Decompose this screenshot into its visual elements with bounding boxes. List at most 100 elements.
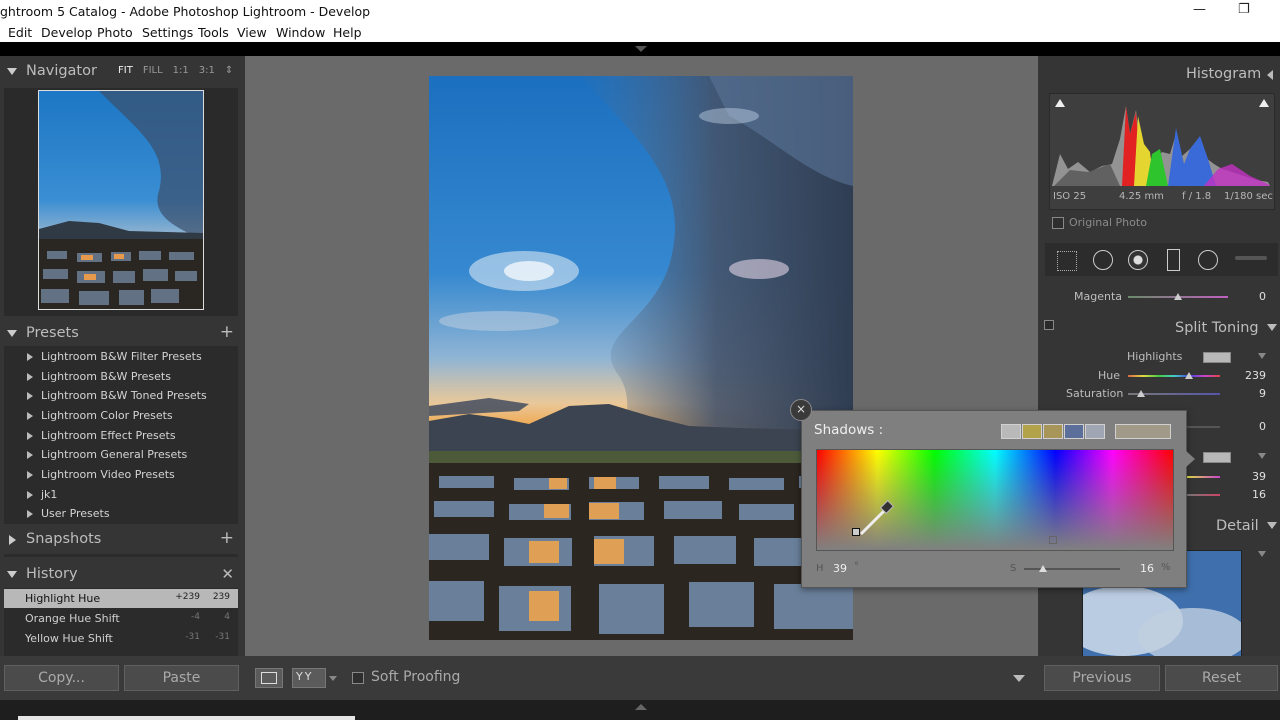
highlight-clipping-icon[interactable] <box>1259 99 1269 107</box>
expand-triangle-icon[interactable] <box>27 451 33 459</box>
menu-develop[interactable]: Develop <box>41 25 92 40</box>
navigator-zoom-options: FIT FILL 1:1 3:1 ⇕ <box>118 65 233 76</box>
menu-bar: Edit Develop Photo Settings Tools View W… <box>0 22 1280 42</box>
color-swatch[interactable] <box>1085 424 1105 439</box>
graduated-filter-icon[interactable] <box>1167 249 1180 271</box>
previous-button[interactable]: Previous <box>1044 665 1160 691</box>
collapse-arrow-icon[interactable] <box>635 46 647 52</box>
history-item[interactable]: Yellow Hue Shift -31 -31 <box>4 629 238 648</box>
preset-folder[interactable]: Lightroom B&W Filter Presets <box>4 348 238 367</box>
snapshots-header[interactable]: Snapshots + <box>0 528 240 552</box>
filmstrip-toggle-strip[interactable] <box>0 42 1280 56</box>
copy-button[interactable]: Copy... <box>4 665 119 691</box>
expand-triangle-icon[interactable] <box>27 471 33 479</box>
reset-button[interactable]: Reset <box>1165 665 1278 691</box>
before-after-icon: YY <box>296 670 314 683</box>
preset-folder[interactable]: Lightroom B&W Toned Presets <box>4 387 238 406</box>
preset-folder[interactable]: Lightroom B&W Presets <box>4 368 238 387</box>
expand-triangle-icon[interactable] <box>27 392 33 400</box>
hue-slider-track[interactable] <box>1128 375 1220 377</box>
close-picker-button[interactable]: × <box>790 399 812 421</box>
shadows-color-chip[interactable] <box>1203 452 1231 463</box>
adjustment-brush-icon[interactable] <box>1235 256 1267 260</box>
expand-triangle-icon[interactable] <box>27 353 33 361</box>
add-snapshot-icon[interactable]: + <box>220 528 234 548</box>
zoom-fill[interactable]: FILL <box>143 65 163 76</box>
hue-label: Hue <box>1098 369 1121 382</box>
preset-folder[interactable]: Lightroom Color Presets <box>4 407 238 426</box>
s-slider-knob[interactable] <box>1039 565 1047 572</box>
histogram-collapse-icon[interactable] <box>1267 70 1273 80</box>
collapsed-triangle-icon[interactable] <box>9 535 21 545</box>
zoom-dropdown-icon[interactable]: ⇕ <box>225 65 233 76</box>
loupe-view-button[interactable] <box>255 668 283 688</box>
preset-folder[interactable]: Lightroom General Presets <box>4 446 238 465</box>
split-toning-collapse-icon[interactable] <box>1267 324 1277 331</box>
disclosure-triangle-icon[interactable] <box>7 330 17 337</box>
spot-removal-icon[interactable] <box>1093 250 1113 270</box>
snapshots-list <box>4 554 238 557</box>
clear-history-icon[interactable]: ✕ <box>221 565 234 583</box>
expand-triangle-icon[interactable] <box>27 432 33 440</box>
expand-triangle-icon[interactable] <box>27 373 33 381</box>
saturation-slider-knob[interactable] <box>1137 390 1145 397</box>
menu-help[interactable]: Help <box>333 25 362 40</box>
presets-header[interactable]: Presets + <box>0 322 240 346</box>
toolbar-menu-icon[interactable] <box>1013 675 1025 682</box>
preset-folder[interactable]: User Presets <box>4 505 238 524</box>
preset-folder[interactable]: Lightroom Effect Presets <box>4 427 238 446</box>
color-swatch[interactable] <box>1001 424 1021 439</box>
navigator-thumbnail[interactable] <box>38 90 204 310</box>
shadow-clipping-icon[interactable] <box>1055 99 1065 107</box>
highlights-dropdown-icon[interactable] <box>1258 353 1266 359</box>
zoom-1-1[interactable]: 1:1 <box>173 65 189 76</box>
original-photo-checkbox[interactable] <box>1052 217 1064 229</box>
crop-icon[interactable] <box>1057 251 1077 271</box>
zoom-fit[interactable]: FIT <box>118 65 133 76</box>
radial-filter-icon[interactable] <box>1198 250 1218 270</box>
expand-triangle-icon[interactable] <box>27 510 33 518</box>
history-item[interactable]: Orange Hue Shift -4 4 <box>4 609 238 628</box>
detail-zoom-dropdown-icon[interactable] <box>1258 551 1266 557</box>
split-toning-toggle[interactable] <box>1044 320 1054 330</box>
filmstrip-scroll[interactable] <box>18 716 355 720</box>
main-photo[interactable] <box>429 76 853 640</box>
menu-photo[interactable]: Photo <box>97 25 133 40</box>
color-swatch[interactable] <box>1022 424 1042 439</box>
minimize-button[interactable]: — <box>1193 2 1206 17</box>
red-eye-icon[interactable] <box>1128 250 1148 270</box>
preset-folder[interactable]: Lightroom Video Presets <box>4 466 238 485</box>
expand-filmstrip-icon[interactable] <box>635 704 647 710</box>
menu-edit[interactable]: Edit <box>8 25 32 40</box>
menu-tools[interactable]: Tools <box>198 25 229 40</box>
maximize-button[interactable]: ❐ <box>1238 2 1250 17</box>
highlights-color-chip[interactable] <box>1203 352 1231 363</box>
before-after-dropdown-icon[interactable] <box>329 676 337 681</box>
disclosure-triangle-icon[interactable] <box>7 68 17 75</box>
detail-collapse-icon[interactable] <box>1267 522 1277 529</box>
paste-button[interactable]: Paste <box>124 665 239 691</box>
expand-triangle-icon[interactable] <box>27 412 33 420</box>
shadows-dropdown-icon[interactable] <box>1258 453 1266 459</box>
history-item[interactable]: Highlight Hue +239 239 <box>4 589 238 608</box>
shadows-saturation-slider-track[interactable] <box>1187 494 1220 496</box>
expand-triangle-icon[interactable] <box>27 491 33 499</box>
zoom-3-1[interactable]: 3:1 <box>199 65 215 76</box>
color-swatch[interactable] <box>1043 424 1063 439</box>
hue-saturation-spectrum[interactable] <box>816 449 1174 551</box>
menu-settings[interactable]: Settings <box>142 25 193 40</box>
hue-value: 239 <box>1245 369 1266 382</box>
soft-proofing-checkbox[interactable] <box>352 672 364 684</box>
magenta-slider-knob[interactable] <box>1174 293 1182 300</box>
preset-folder[interactable]: jk1 <box>4 486 238 505</box>
shadows-hue-slider-track[interactable] <box>1187 476 1220 478</box>
menu-window[interactable]: Window <box>276 25 325 40</box>
history-header[interactable]: History ✕ <box>0 563 240 587</box>
menu-view[interactable]: View <box>237 25 267 40</box>
color-swatch[interactable] <box>1064 424 1084 439</box>
disclosure-triangle-icon[interactable] <box>7 571 17 578</box>
hue-slider-knob[interactable] <box>1185 372 1193 379</box>
add-preset-icon[interactable]: + <box>220 322 234 342</box>
before-after-button[interactable]: YY <box>292 668 326 688</box>
balance-slider-track[interactable] <box>1187 426 1220 428</box>
